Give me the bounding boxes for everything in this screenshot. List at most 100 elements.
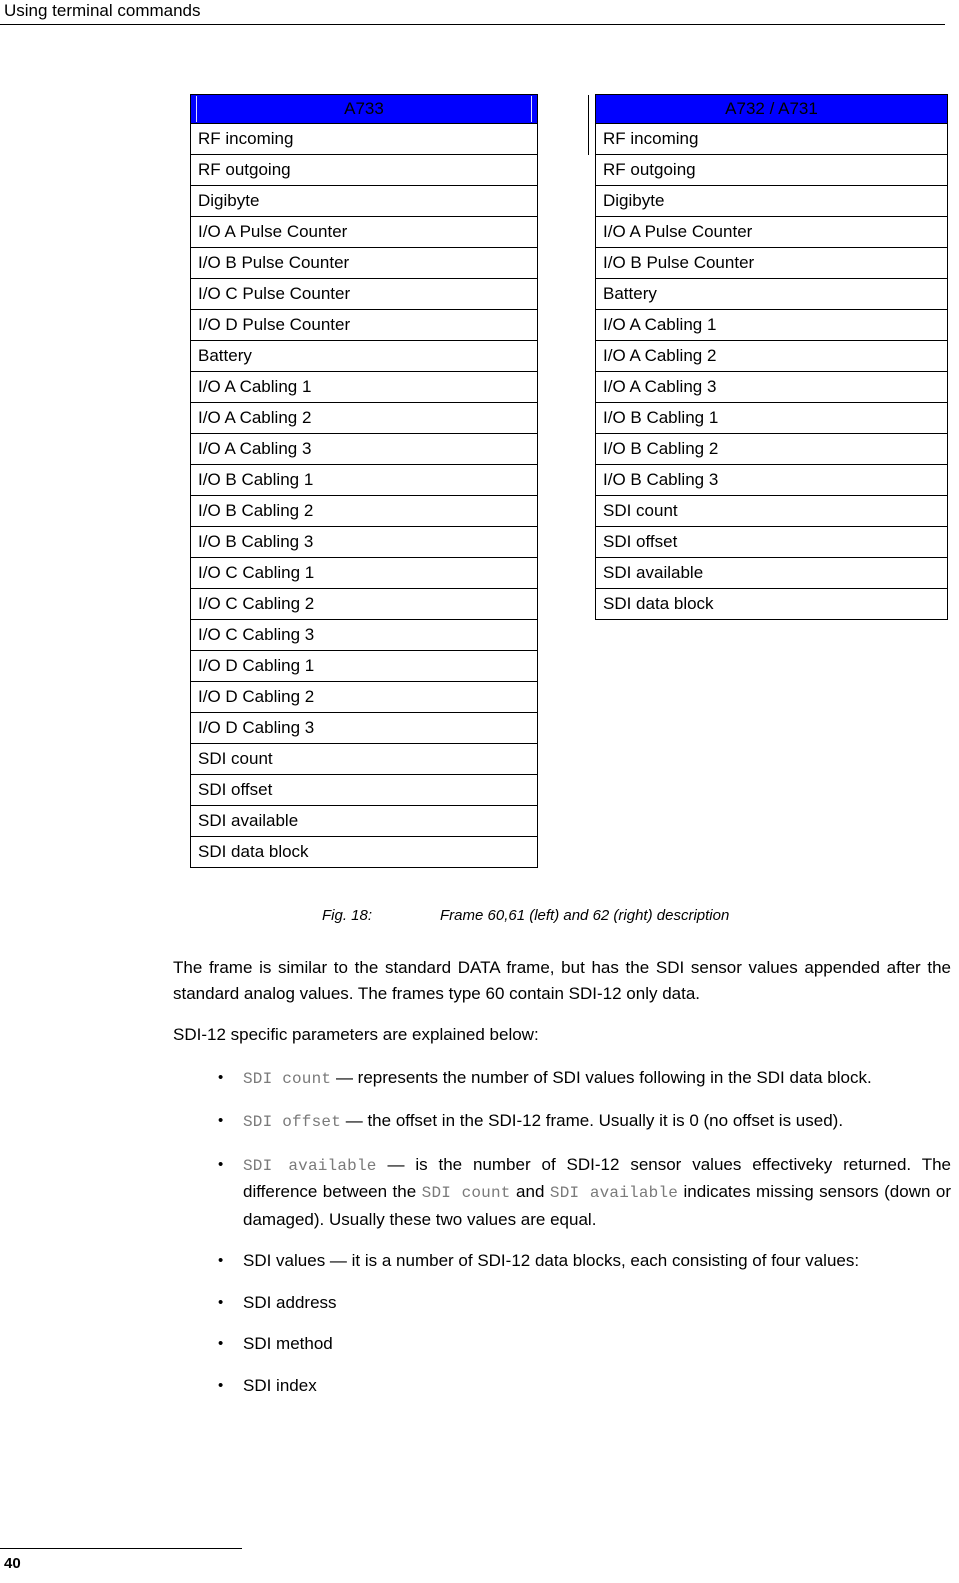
table-row: I/O D Cabling 2 xyxy=(190,681,538,713)
table-cell: I/O A Cabling 3 xyxy=(595,371,948,403)
table-row: I/O B Pulse Counter xyxy=(190,247,538,279)
frame-table-a732-a731: A732 / A731 RF incoming RF outgoing Digi… xyxy=(595,94,948,620)
table-cell: I/O A Cabling 1 xyxy=(190,371,538,403)
code-sdi-offset: SDI offset xyxy=(243,1113,342,1131)
list-item-text: SDI address xyxy=(243,1292,337,1312)
figure-caption-text: Frame 60,61 (left) and 62 (right) descri… xyxy=(440,907,730,924)
figure-18: A733 RF incoming RF outgoing Digibyte I/… xyxy=(0,94,959,874)
table-row: Battery xyxy=(595,278,948,310)
table-row: I/O A Cabling 2 xyxy=(595,340,948,372)
page-running-header: Using terminal commands xyxy=(0,0,959,26)
table-cell: I/O A Cabling 2 xyxy=(595,340,948,372)
list-item-sdi-available: SDI available — is the number of SDI-12 … xyxy=(173,1152,951,1233)
table-cell: I/O D Cabling 3 xyxy=(190,712,538,744)
table-cell: RF outgoing xyxy=(190,154,538,186)
list-item-sdi-address: SDI address xyxy=(173,1290,951,1316)
table-cell: I/O B Cabling 1 xyxy=(190,464,538,496)
table-row: SDI data block xyxy=(595,588,948,620)
table-row: I/O A Cabling 1 xyxy=(190,371,538,403)
page-footer: 40 xyxy=(0,1520,959,1583)
table-row: I/O A Pulse Counter xyxy=(190,216,538,248)
frame-table-a733: A733 RF incoming RF outgoing Digibyte I/… xyxy=(190,94,538,868)
list-item-sdi-index: SDI index xyxy=(173,1373,951,1399)
table-row: Digibyte xyxy=(190,185,538,217)
table-row: I/O B Cabling 3 xyxy=(190,526,538,558)
code-sdi-available-inline: SDI available xyxy=(549,1184,679,1202)
frame-table-a732-a731-body: RF incoming RF outgoing Digibyte I/O A P… xyxy=(595,123,948,620)
table-row: SDI available xyxy=(190,805,538,837)
table-row: I/O B Cabling 2 xyxy=(190,495,538,527)
table-stub-border xyxy=(588,95,589,155)
frame-table-a732-a731-header-label: A732 / A731 xyxy=(725,99,818,118)
table-cell: I/O C Cabling 1 xyxy=(190,557,538,589)
table-cell: I/O A Cabling 2 xyxy=(190,402,538,434)
table-cell: I/O C Cabling 2 xyxy=(190,588,538,620)
table-row: I/O B Cabling 2 xyxy=(595,433,948,465)
table-cell: I/O D Cabling 1 xyxy=(190,650,538,682)
table-cell: I/O D Pulse Counter xyxy=(190,309,538,341)
list-item-text: SDI method xyxy=(243,1334,333,1353)
table-row: RF outgoing xyxy=(190,154,538,186)
table-cell: I/O B Cabling 2 xyxy=(595,433,948,465)
page-header-title: Using terminal commands xyxy=(4,1,201,20)
table-cell: SDI count xyxy=(190,743,538,775)
list-item-sdi-offset: SDI offset — the offset in the SDI-12 fr… xyxy=(173,1108,951,1136)
table-cell: Battery xyxy=(595,278,948,310)
table-row: I/O B Cabling 1 xyxy=(190,464,538,496)
figure-caption-label: Fig. 18: xyxy=(322,907,373,924)
table-cell: I/O B Cabling 1 xyxy=(595,402,948,434)
table-row: I/O D Cabling 3 xyxy=(190,712,538,744)
code-sdi-available: SDI available xyxy=(243,1156,377,1175)
table-cell: I/O A Pulse Counter xyxy=(595,216,948,248)
table-cell: Digibyte xyxy=(190,185,538,217)
table-row: I/O B Cabling 3 xyxy=(595,464,948,496)
table-cell: I/O C Cabling 3 xyxy=(190,619,538,651)
table-row: SDI count xyxy=(595,495,948,527)
page-number: 40 xyxy=(4,1555,21,1572)
table-row: I/O C Pulse Counter xyxy=(190,278,538,310)
table-row: I/O C Cabling 2 xyxy=(190,588,538,620)
page-header-rule xyxy=(0,24,945,25)
page-footer-rule xyxy=(0,1548,242,1549)
list-item-text: — the offset in the SDI-12 frame. Usuall… xyxy=(341,1111,844,1130)
table-cell: SDI offset xyxy=(190,774,538,806)
frame-table-a733-header-label: A733 xyxy=(344,99,384,118)
frame-table-a733-body: RF incoming RF outgoing Digibyte I/O A P… xyxy=(190,123,538,868)
table-cell: SDI available xyxy=(595,557,948,589)
figure-caption: Fig. 18: Frame 60,61 (left) and 62 (right… xyxy=(322,905,729,926)
table-cell: I/O C Pulse Counter xyxy=(190,278,538,310)
table-cell: RF incoming xyxy=(190,123,538,155)
table-cell: I/O B Pulse Counter xyxy=(190,247,538,279)
table-cell: SDI data block xyxy=(190,836,538,868)
list-item-text: and xyxy=(510,1182,550,1201)
table-cell: I/O A Pulse Counter xyxy=(190,216,538,248)
code-sdi-count: SDI count xyxy=(243,1069,332,1088)
table-row: SDI offset xyxy=(190,774,538,806)
table-row: SDI offset xyxy=(595,526,948,558)
paragraph-frame-description: The frame is similar to the standard DAT… xyxy=(173,958,951,1003)
header-tick-left xyxy=(196,96,198,122)
table-cell: I/O B Cabling 3 xyxy=(595,464,948,496)
table-cell: I/O D Cabling 2 xyxy=(190,681,538,713)
table-cell: I/O B Pulse Counter xyxy=(595,247,948,279)
table-row: I/O C Cabling 1 xyxy=(190,557,538,589)
body-content: The frame is similar to the standard DAT… xyxy=(173,955,951,1398)
paragraph-parameters-intro: SDI-12 specific parameters are explained… xyxy=(173,1025,539,1044)
table-cell: SDI count xyxy=(595,495,948,527)
list-item-sdi-method: SDI method xyxy=(173,1331,951,1357)
table-cell: Battery xyxy=(190,340,538,372)
table-row: I/O A Cabling 3 xyxy=(190,433,538,465)
table-cell: I/O B Cabling 2 xyxy=(190,495,538,527)
table-row: I/O A Pulse Counter xyxy=(595,216,948,248)
table-row: SDI available xyxy=(595,557,948,589)
table-cell: SDI data block xyxy=(595,588,948,620)
table-cell: I/O B Cabling 3 xyxy=(190,526,538,558)
frame-table-a733-header: A733 xyxy=(190,94,538,124)
table-cell: I/O A Cabling 3 xyxy=(190,433,538,465)
table-row: I/O A Cabling 3 xyxy=(595,371,948,403)
table-row: I/O A Cabling 1 xyxy=(595,309,948,341)
table-row: I/O B Cabling 1 xyxy=(595,402,948,434)
table-cell: RF incoming xyxy=(595,123,948,155)
code-sdi-count-inline: SDI count xyxy=(421,1184,511,1202)
table-row: I/O A Cabling 2 xyxy=(190,402,538,434)
